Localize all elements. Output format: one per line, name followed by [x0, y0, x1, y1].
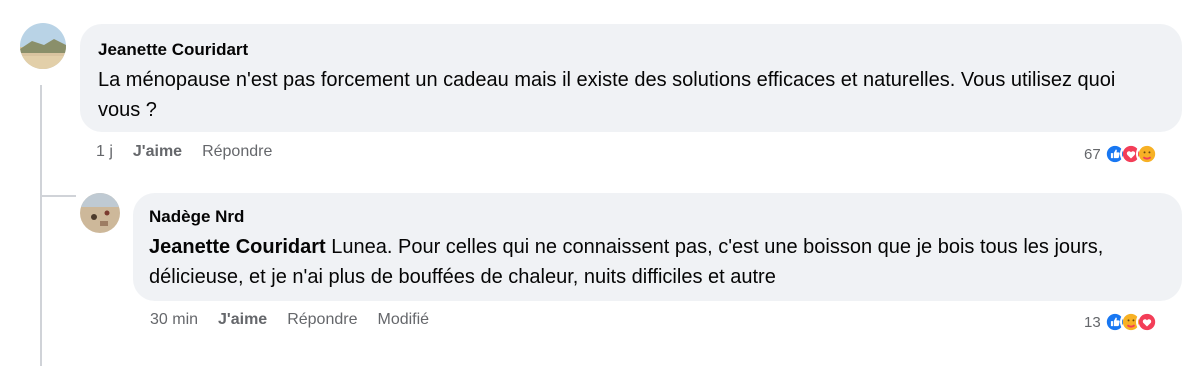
- reaction-summary[interactable]: 67: [1084, 143, 1158, 165]
- comment-actions: 1 j J'aime Répondre: [96, 143, 292, 161]
- comment-text: Jeanette Couridart Lunea. Pour celles qu…: [149, 232, 1162, 292]
- thread-line-vertical: [40, 85, 42, 366]
- reaction-count: 13: [1084, 313, 1101, 331]
- like-button[interactable]: J'aime: [133, 143, 182, 161]
- comment-actions: 30 min J'aime Répondre Modifié: [150, 311, 449, 329]
- reply-bubble: Nadège Nrd Jeanette Couridart Lunea. Pou…: [133, 193, 1182, 301]
- thread-line-branch: [40, 195, 76, 197]
- mention-link[interactable]: Jeanette Couridart: [149, 236, 326, 258]
- comment-timestamp[interactable]: 30 min: [150, 311, 198, 329]
- avatar[interactable]: [20, 23, 66, 69]
- comment-author[interactable]: Nadège Nrd: [149, 206, 1162, 228]
- like-button[interactable]: J'aime: [218, 311, 267, 329]
- beach-photo-icon: [80, 193, 120, 233]
- comment-timestamp[interactable]: 1 j: [96, 143, 113, 161]
- reaction-count: 67: [1084, 145, 1101, 163]
- comment-text: La ménopause n'est pas forcement un cade…: [98, 69, 1116, 121]
- reply-button[interactable]: Répondre: [202, 143, 272, 161]
- avatar[interactable]: [80, 193, 120, 233]
- comment-bubble: Jeanette Couridart La ménopause n'est pa…: [80, 24, 1182, 132]
- reply-button[interactable]: Répondre: [287, 311, 357, 329]
- care-icon: [1135, 143, 1158, 165]
- love-icon: [1135, 311, 1158, 333]
- reaction-summary[interactable]: 13: [1084, 311, 1158, 333]
- edited-label[interactable]: Modifié: [377, 311, 429, 329]
- beach-photo-icon: [20, 23, 66, 69]
- comment-author[interactable]: Jeanette Couridart: [98, 39, 1162, 61]
